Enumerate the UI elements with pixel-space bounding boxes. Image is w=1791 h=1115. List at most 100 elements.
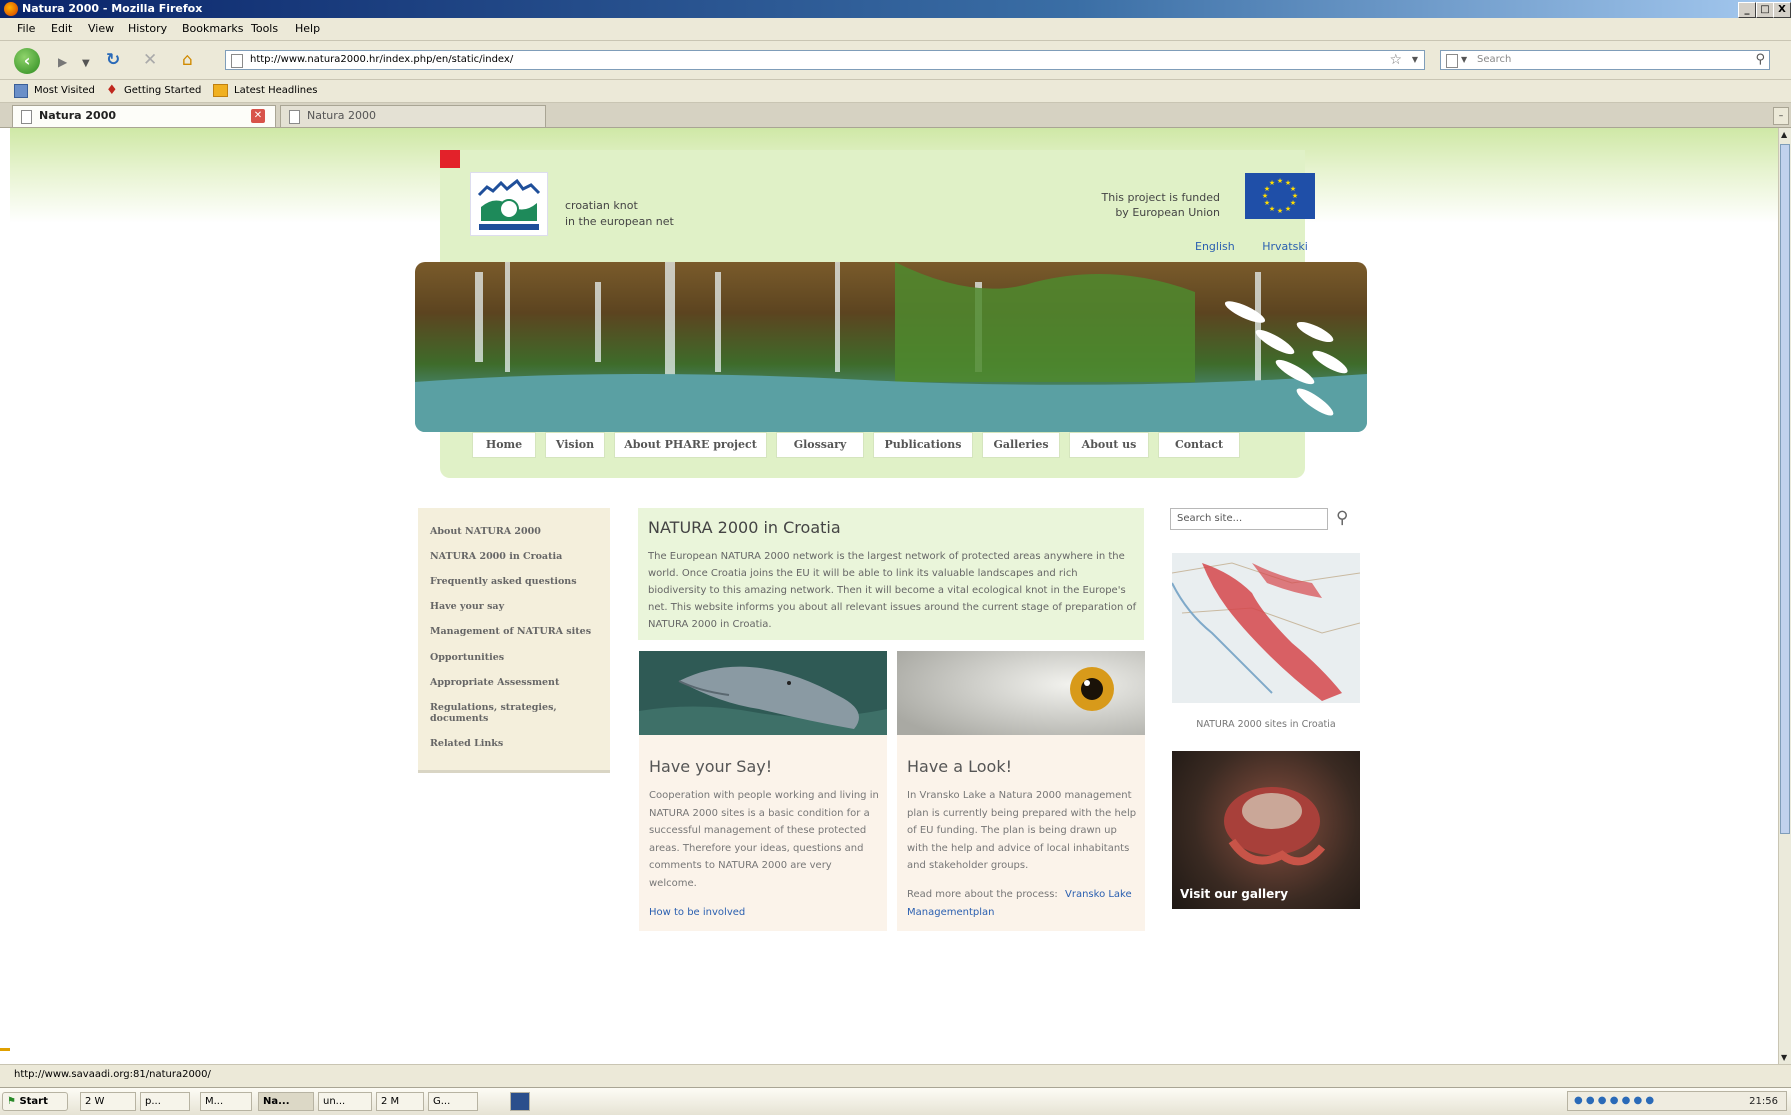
language-switcher: English Hrvatski	[1195, 240, 1332, 253]
history-dropdown-icon[interactable]: ▼	[82, 55, 90, 73]
nav-about-us[interactable]: About us	[1069, 432, 1149, 458]
sidebar-item-about-natura[interactable]: About NATURA 2000	[430, 526, 541, 537]
bookmark-latest-headlines[interactable]: Latest Headlines	[234, 85, 318, 96]
funded-line-1: This project is funded	[1101, 191, 1220, 204]
taskbar-item-explorer[interactable]: 2 W	[80, 1092, 136, 1111]
taskbar-icon-app[interactable]	[510, 1092, 530, 1111]
close-tab-icon[interactable]: ✕	[251, 109, 265, 123]
gallery-teaser-image[interactable]: Visit our gallery	[1172, 751, 1360, 909]
sidebar-item-related-links[interactable]: Related Links	[430, 738, 503, 749]
tab-list-button[interactable]: –	[1773, 107, 1789, 125]
nav-publications[interactable]: Publications	[873, 432, 973, 458]
start-button[interactable]: ⚑ Start	[2, 1092, 68, 1111]
svg-text:★: ★	[1269, 179, 1275, 187]
site-search-input[interactable]: Search site...	[1170, 508, 1328, 530]
stop-icon[interactable]: ✕	[143, 51, 157, 69]
croatia-map-image[interactable]	[1172, 553, 1360, 703]
home-icon[interactable]: ⌂	[182, 51, 193, 69]
tab-page-icon	[21, 110, 32, 124]
sidebar-item-opportunities[interactable]: Opportunities	[430, 652, 504, 663]
menu-help[interactable]: Help	[295, 22, 320, 35]
url-bar[interactable]: http://www.natura2000.hr/index.php/en/st…	[225, 50, 1425, 70]
map-caption: NATURA 2000 sites in Croatia	[1196, 719, 1336, 730]
taskbar-item-word[interactable]: 2 M	[376, 1092, 424, 1111]
menu-tools[interactable]: Tools	[251, 22, 278, 35]
search-placeholder: Search	[1477, 54, 1512, 65]
search-engine-dropdown-icon[interactable]: ▼	[1461, 51, 1467, 69]
sidebar-item-management[interactable]: Management of NATURA sites	[430, 626, 591, 637]
nav-home[interactable]: Home	[472, 432, 536, 458]
tab-label: Natura 2000	[39, 109, 117, 122]
menu-history[interactable]: History	[128, 22, 167, 35]
taskbar-item-un[interactable]: un...	[318, 1092, 372, 1111]
menu-bar: File Edit View History Bookmarks Tools H…	[0, 18, 1791, 41]
url-dropdown-icon[interactable]: ▼	[1412, 51, 1418, 69]
sidebar-item-regulations[interactable]: Regulations, strategies,	[430, 702, 557, 713]
close-window-button[interactable]: X	[1773, 2, 1791, 18]
lang-english-link[interactable]: English	[1195, 240, 1235, 253]
windows-logo-icon: ⚑	[7, 1096, 16, 1107]
svg-text:★: ★	[1262, 192, 1268, 200]
scroll-up-icon[interactable]: ▲	[1781, 130, 1787, 139]
minimize-button[interactable]: _	[1738, 2, 1756, 18]
scrollbar-thumb[interactable]	[1780, 144, 1790, 834]
taskbar-item-p[interactable]: p...	[140, 1092, 190, 1111]
sidebar-item-appropriate-assessment[interactable]: Appropriate Assessment	[430, 677, 559, 688]
sidebar-item-faq[interactable]: Frequently asked questions	[430, 576, 577, 587]
maximize-button[interactable]: □	[1756, 2, 1774, 18]
card-have-a-look: Have a Look! In Vransko Lake a Natura 20…	[897, 651, 1145, 931]
management-plan-link[interactable]: Managementplan	[907, 907, 994, 918]
search-engine-icon[interactable]	[1446, 54, 1458, 68]
search-icon[interactable]: ⚲	[1755, 51, 1765, 69]
bookmark-getting-started[interactable]: Getting Started	[124, 85, 201, 96]
menu-edit[interactable]: Edit	[51, 22, 72, 35]
forward-button[interactable]: ▶	[58, 53, 67, 71]
card-have-your-say: Have your Say! Cooperation with people w…	[639, 651, 887, 931]
menu-view[interactable]: View	[88, 22, 114, 35]
lang-croatian-link[interactable]: Hrvatski	[1262, 240, 1308, 253]
gallery-caption: Visit our gallery	[1180, 887, 1289, 901]
tab-natura-inactive[interactable]: Natura 2000	[280, 105, 546, 127]
most-visited-icon	[14, 84, 28, 98]
scroll-down-icon[interactable]: ▼	[1781, 1053, 1787, 1062]
vertical-scrollbar[interactable]: ▲ ▼	[1778, 128, 1791, 1064]
status-text: http://www.savaadi.org:81/natura2000/	[14, 1069, 211, 1080]
site-search-icon[interactable]: ⚲	[1336, 508, 1348, 528]
star-bookmark-icon[interactable]: ☆	[1389, 51, 1402, 69]
nav-vision[interactable]: Vision	[545, 432, 605, 458]
red-corner-mark	[440, 150, 460, 168]
page-icon	[231, 54, 243, 68]
menu-bookmarks[interactable]: Bookmarks	[182, 22, 243, 35]
natura2000-logo[interactable]	[470, 172, 548, 236]
tab-label: Natura 2000	[307, 109, 377, 122]
vransko-lake-link[interactable]: Vransko Lake	[1065, 889, 1132, 900]
taskbar-item-m[interactable]: M...	[200, 1092, 252, 1111]
firefox-icon	[4, 2, 18, 16]
nav-contact[interactable]: Contact	[1158, 432, 1240, 458]
nav-glossary[interactable]: Glossary	[776, 432, 864, 458]
site-tagline: croatian knot in the european net	[565, 198, 674, 230]
intro-section: NATURA 2000 in Croatia The European NATU…	[638, 508, 1144, 640]
tab-natura-active[interactable]: Natura 2000 ✕	[12, 105, 276, 127]
search-input[interactable]: ▼ Search ⚲	[1440, 50, 1770, 70]
windows-taskbar: ⚑ Start 2 W p... M... Na... un... 2 M G.…	[0, 1087, 1791, 1115]
nav-galleries[interactable]: Galleries	[982, 432, 1060, 458]
funded-line-2: by European Union	[1115, 206, 1220, 219]
navigation-toolbar: ‹ ▶ ▼ ↻ ✕ ⌂ http://www.natura2000.hr/ind…	[0, 41, 1791, 80]
sidebar-item-natura-croatia[interactable]: NATURA 2000 in Croatia	[430, 551, 562, 562]
tray-icons[interactable]: ● ● ● ● ● ● ●	[1574, 1095, 1654, 1106]
nav-about-phare[interactable]: About PHARE project	[614, 432, 767, 458]
sidebar-item-regulations-line2[interactable]: documents	[430, 713, 488, 724]
how-to-be-involved-link[interactable]: How to be involved	[649, 907, 745, 918]
reload-icon[interactable]: ↻	[106, 51, 120, 69]
sidebar-item-have-your-say[interactable]: Have your say	[430, 601, 504, 612]
taskbar-item-g[interactable]: G...	[428, 1092, 478, 1111]
menu-file[interactable]: File	[17, 22, 35, 35]
clock: 21:56	[1749, 1096, 1778, 1107]
tab-bar: Natura 2000 ✕ Natura 2000 –	[0, 103, 1791, 128]
tab-page-icon	[289, 110, 300, 124]
bookmark-most-visited[interactable]: Most Visited	[34, 85, 95, 96]
back-button[interactable]: ‹	[14, 48, 40, 74]
taskbar-item-firefox[interactable]: Na...	[258, 1092, 314, 1111]
bookmarks-toolbar: Most Visited ♦ Getting Started Latest He…	[0, 80, 1791, 103]
